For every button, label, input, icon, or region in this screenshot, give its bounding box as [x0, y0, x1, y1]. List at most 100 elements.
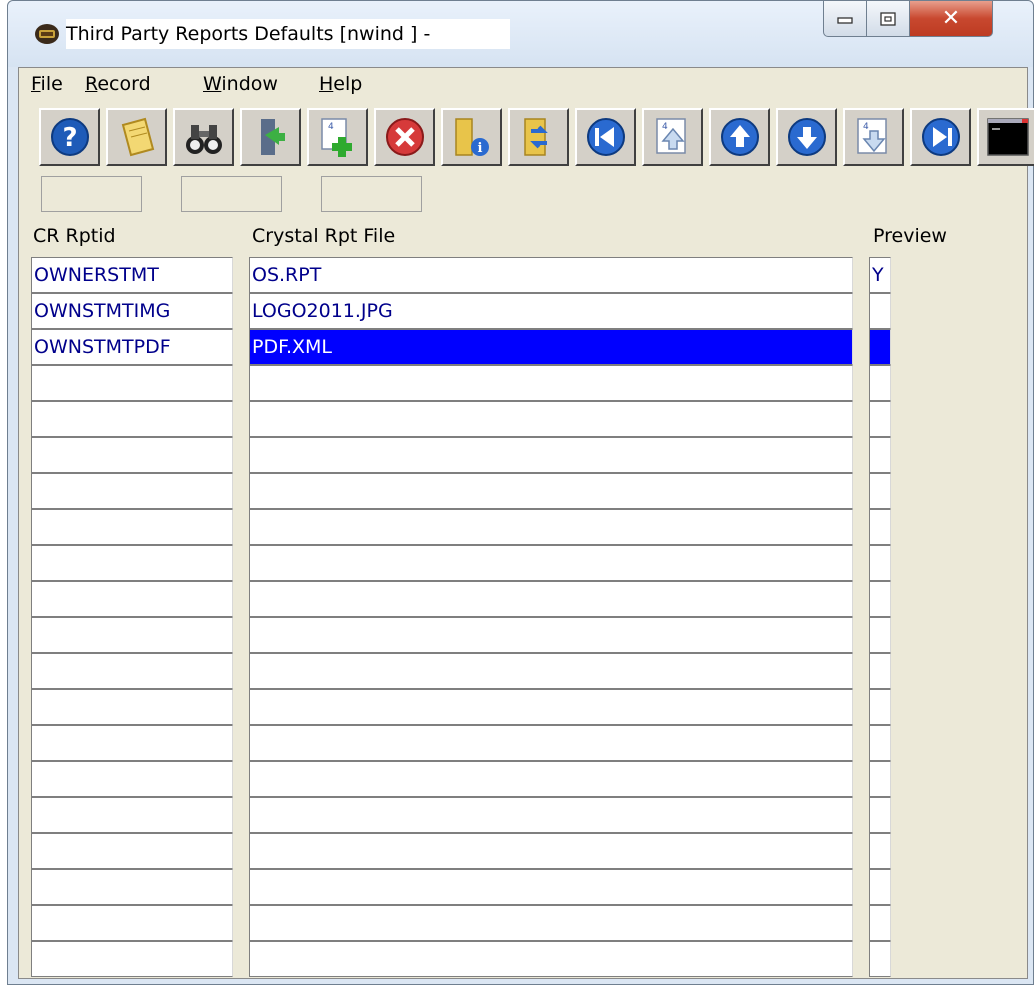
svg-text:4: 4	[662, 122, 668, 132]
help-button[interactable]: ?	[39, 108, 100, 166]
cell-preview[interactable]	[869, 329, 891, 365]
menu-file[interactable]: File	[31, 71, 63, 97]
title-bar[interactable]: Third Party Reports Defaults [nwind ] - …	[8, 1, 1033, 67]
cell-preview[interactable]	[869, 581, 891, 617]
cell-cr-rptid[interactable]	[31, 437, 233, 473]
last-record-button[interactable]	[910, 108, 971, 166]
svg-text:4: 4	[863, 122, 869, 132]
cell-preview[interactable]	[869, 941, 891, 977]
cell-crystal-rpt-file[interactable]	[249, 725, 853, 761]
notes-button[interactable]	[106, 108, 167, 166]
cell-crystal-rpt-file[interactable]	[249, 617, 853, 653]
delete-record-button[interactable]	[374, 108, 435, 166]
cell-crystal-rpt-file[interactable]	[249, 581, 853, 617]
cell-crystal-rpt-file[interactable]: LOGO2011.JPG	[249, 293, 853, 329]
cell-cr-rptid[interactable]	[31, 869, 233, 905]
cell-preview[interactable]	[869, 293, 891, 329]
cell-preview[interactable]	[869, 905, 891, 941]
arrow-up-icon	[720, 118, 759, 156]
cell-preview[interactable]	[869, 617, 891, 653]
menu-window[interactable]: Window	[203, 71, 278, 97]
column-gap	[233, 257, 249, 978]
cell-preview[interactable]	[869, 725, 891, 761]
cell-crystal-rpt-file[interactable]	[249, 905, 853, 941]
cell-preview[interactable]	[869, 401, 891, 437]
status-box-1	[41, 176, 142, 212]
cell-crystal-rpt-file[interactable]: OS.RPT	[249, 257, 853, 293]
cell-preview[interactable]	[869, 437, 891, 473]
binoculars-icon	[185, 125, 222, 154]
previous-record-button[interactable]	[709, 108, 770, 166]
cell-crystal-rpt-file[interactable]	[249, 941, 853, 977]
cell-cr-rptid[interactable]	[31, 617, 233, 653]
cell-cr-rptid[interactable]: OWNSTMTIMG	[31, 293, 233, 329]
cell-preview[interactable]	[869, 509, 891, 545]
cell-cr-rptid[interactable]	[31, 473, 233, 509]
menu-help[interactable]: Help	[319, 71, 362, 97]
cell-crystal-rpt-file[interactable]	[249, 509, 853, 545]
cell-cr-rptid[interactable]	[31, 653, 233, 689]
cell-crystal-rpt-file[interactable]	[249, 797, 853, 833]
cell-cr-rptid[interactable]	[31, 365, 233, 401]
add-record-button[interactable]: 4	[307, 108, 368, 166]
cell-cr-rptid[interactable]: OWNSTMTPDF	[31, 329, 233, 365]
find-button[interactable]	[173, 108, 234, 166]
cell-cr-rptid[interactable]	[31, 797, 233, 833]
cell-cr-rptid[interactable]	[31, 833, 233, 869]
cell-cr-rptid[interactable]	[31, 941, 233, 977]
cell-crystal-rpt-file[interactable]	[249, 653, 853, 689]
maximize-button[interactable]	[866, 1, 910, 37]
app-icon	[35, 24, 59, 44]
cell-preview[interactable]: Y	[869, 257, 891, 293]
cell-cr-rptid[interactable]	[31, 545, 233, 581]
cell-crystal-rpt-file[interactable]	[249, 401, 853, 437]
first-record-button[interactable]	[575, 108, 636, 166]
cell-cr-rptid[interactable]	[31, 905, 233, 941]
console-button[interactable]	[977, 108, 1034, 166]
help-icon: ?	[50, 118, 89, 156]
close-icon: ✕	[941, 6, 961, 31]
cell-crystal-rpt-file[interactable]	[249, 365, 853, 401]
next-record-button[interactable]	[776, 108, 837, 166]
client-area: File Record Window Help ? 4 i 4 4 CR Rptid Crys…	[18, 67, 1034, 979]
cell-preview[interactable]	[869, 869, 891, 905]
cell-preview[interactable]	[869, 833, 891, 869]
cell-crystal-rpt-file[interactable]	[249, 761, 853, 797]
cell-crystal-rpt-file[interactable]: PDF.XML	[249, 329, 853, 365]
cell-cr-rptid[interactable]	[31, 761, 233, 797]
status-box-2	[181, 176, 282, 212]
cell-preview[interactable]	[869, 653, 891, 689]
notepad-icon	[121, 117, 154, 157]
cell-cr-rptid[interactable]: OWNERSTMT	[31, 257, 233, 293]
page-up-icon: 4	[655, 118, 686, 154]
cell-crystal-rpt-file[interactable]	[249, 437, 853, 473]
cell-cr-rptid[interactable]	[31, 725, 233, 761]
cell-crystal-rpt-file[interactable]	[249, 869, 853, 905]
info-button[interactable]: i	[441, 108, 502, 166]
refresh-button[interactable]	[508, 108, 569, 166]
exit-door-icon	[260, 119, 285, 155]
cell-preview[interactable]	[869, 761, 891, 797]
cell-crystal-rpt-file[interactable]	[249, 689, 853, 725]
cell-cr-rptid[interactable]	[31, 689, 233, 725]
cell-preview[interactable]	[869, 473, 891, 509]
exit-button[interactable]	[240, 108, 301, 166]
menu-record[interactable]: Record	[85, 71, 151, 97]
page-up-button[interactable]: 4	[642, 108, 703, 166]
cell-preview[interactable]	[869, 689, 891, 725]
cell-preview[interactable]	[869, 365, 891, 401]
cell-cr-rptid[interactable]	[31, 581, 233, 617]
close-button[interactable]: ✕	[909, 1, 993, 37]
cell-cr-rptid[interactable]	[31, 401, 233, 437]
cell-preview[interactable]	[869, 797, 891, 833]
arrow-down-icon	[787, 118, 826, 156]
cell-crystal-rpt-file[interactable]	[249, 545, 853, 581]
minimize-button[interactable]	[823, 1, 867, 37]
cell-crystal-rpt-file[interactable]	[249, 833, 853, 869]
cell-crystal-rpt-file[interactable]	[249, 473, 853, 509]
header-preview: Preview	[873, 225, 947, 247]
cell-cr-rptid[interactable]	[31, 509, 233, 545]
page-down-button[interactable]: 4	[843, 108, 904, 166]
add-record-icon: 4	[320, 118, 352, 157]
cell-preview[interactable]	[869, 545, 891, 581]
